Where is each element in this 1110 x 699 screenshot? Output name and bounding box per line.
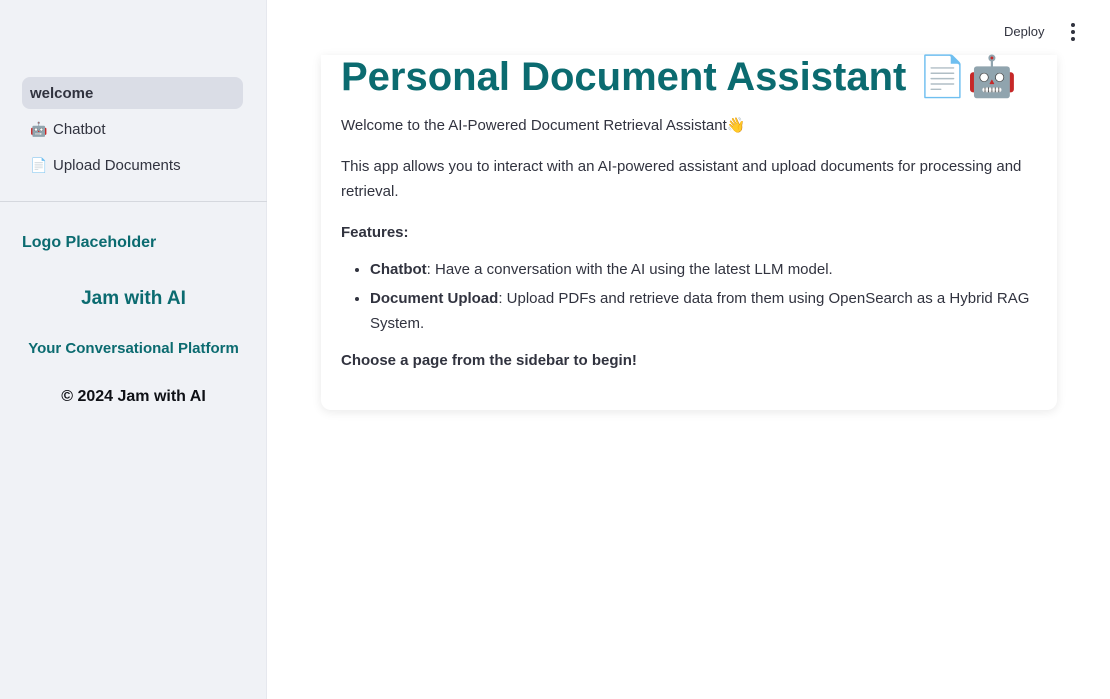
sidebar-item-upload-documents[interactable]: 📄 Upload Documents bbox=[22, 149, 243, 181]
list-item: Chatbot: Have a conversation with the AI… bbox=[370, 257, 1037, 282]
app-window: welcome 🤖 Chatbot 📄 Upload Documents Log… bbox=[0, 0, 1110, 699]
closing-text: Choose a page from the sidebar to begin! bbox=[341, 352, 637, 369]
page-title-text: Personal Document Assistant bbox=[341, 55, 907, 99]
feature-desc: : Have a conversation with the AI using … bbox=[426, 261, 833, 278]
welcome-text-content: Welcome to the AI-Powered Document Retri… bbox=[341, 117, 727, 134]
welcome-text: Welcome to the AI-Powered Document Retri… bbox=[341, 113, 1037, 138]
feature-name: Document Upload bbox=[370, 290, 499, 307]
sidebar-item-chatbot[interactable]: 🤖 Chatbot bbox=[22, 113, 243, 145]
features-list: Chatbot: Have a conversation with the AI… bbox=[341, 257, 1037, 336]
list-item: Document Upload: Upload PDFs and retriev… bbox=[370, 286, 1037, 336]
sidebar: welcome 🤖 Chatbot 📄 Upload Documents Log… bbox=[0, 0, 267, 699]
brand-title: Jam with AI bbox=[81, 288, 186, 309]
brand-subtitle: Your Conversational Platform bbox=[28, 340, 239, 357]
sidebar-item-welcome[interactable]: welcome bbox=[22, 77, 243, 109]
menu-dot bbox=[1071, 30, 1075, 34]
sidebar-item-label: welcome bbox=[30, 84, 94, 102]
copyright: © 2024 Jam with AI bbox=[61, 388, 206, 405]
page-title: Personal Document Assistant 📄🤖 bbox=[341, 55, 1037, 99]
sidebar-item-label: Upload Documents bbox=[53, 156, 181, 174]
waving-hand-icon: 👋 bbox=[726, 117, 746, 134]
logo-placeholder: Logo Placeholder bbox=[22, 234, 157, 251]
main-card: Personal Document Assistant 📄🤖 Welcome t… bbox=[321, 55, 1057, 410]
intro-text: This app allows you to interact with an … bbox=[341, 158, 1022, 200]
sidebar-nav: welcome 🤖 Chatbot 📄 Upload Documents bbox=[22, 77, 243, 185]
sidebar-divider bbox=[0, 201, 267, 202]
features-heading: Features: bbox=[341, 224, 409, 241]
deploy-button[interactable]: Deploy bbox=[994, 20, 1054, 44]
sidebar-item-label: Chatbot bbox=[53, 120, 106, 138]
menu-dot bbox=[1071, 37, 1075, 41]
menu-dot bbox=[1071, 23, 1075, 27]
more-vertical-icon[interactable] bbox=[1063, 20, 1083, 44]
document-robot-icon: 📄🤖 bbox=[917, 55, 1018, 99]
feature-name: Chatbot bbox=[370, 261, 427, 278]
robot-icon: 🤖 bbox=[30, 120, 48, 137]
document-icon: 📄 bbox=[30, 156, 48, 173]
